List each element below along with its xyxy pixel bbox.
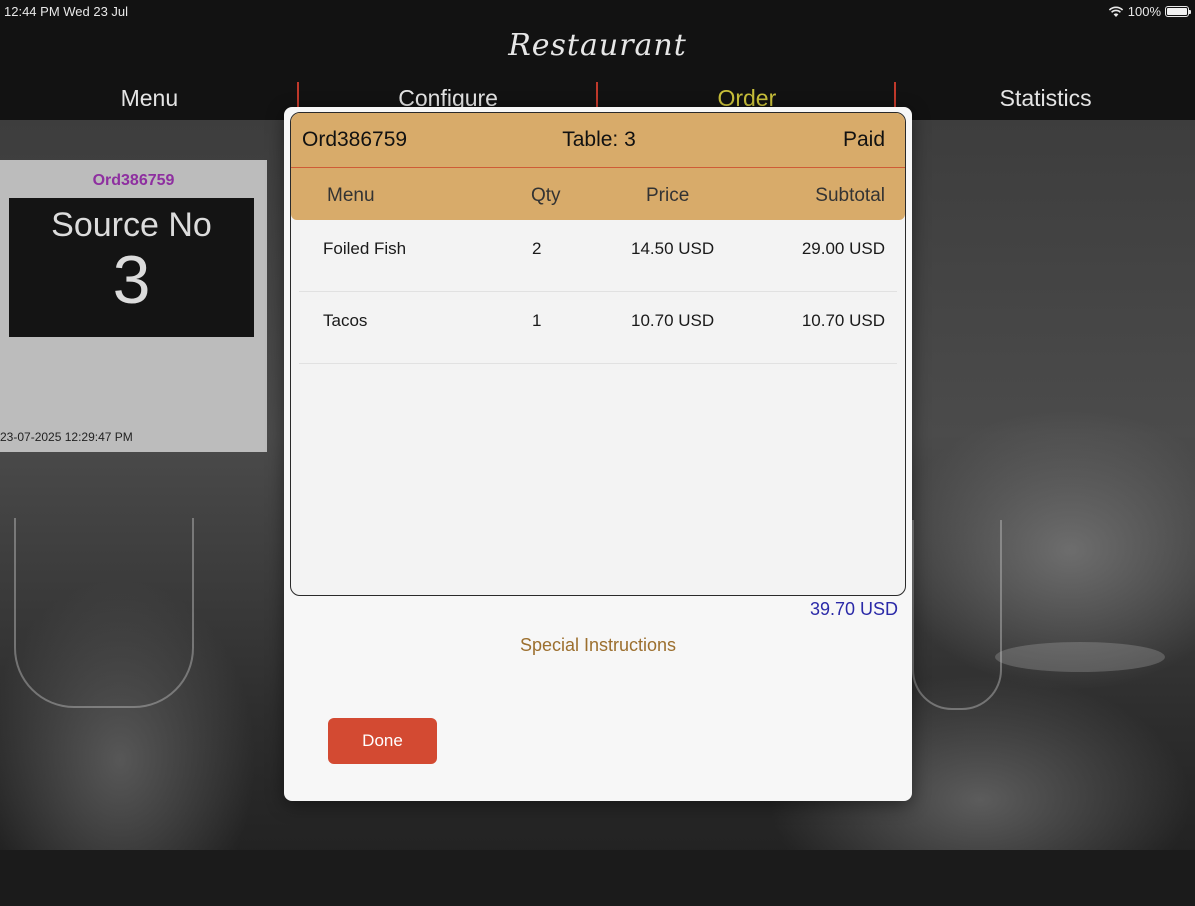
order-table-number: Table: 3 — [562, 128, 636, 151]
source-number-box: Source No 3 — [9, 198, 254, 337]
table-row[interactable]: Foiled Fish 2 14.50 USD 29.00 USD — [299, 220, 897, 292]
done-button[interactable]: Done — [328, 718, 437, 764]
item-subtotal: 29.00 USD — [801, 239, 885, 258]
item-qty: 1 — [532, 311, 542, 330]
special-instructions-label[interactable]: Special Instructions — [284, 635, 912, 656]
source-order-id: Ord386759 — [92, 172, 175, 189]
order-status: Paid — [842, 128, 885, 151]
plate-image — [995, 642, 1165, 672]
order-items-list[interactable]: Foiled Fish 2 14.50 USD 29.00 USD Tacos … — [291, 220, 905, 364]
tab-menu[interactable]: Menu — [0, 72, 299, 120]
column-header-qty: Qty — [531, 185, 561, 206]
column-header-row: Menu Qty Price Subtotal — [291, 168, 905, 220]
order-total: 39.70 USD — [809, 599, 898, 619]
order-table-frame: Ord386759 Table: 3 Paid Menu Qty Price S… — [290, 112, 906, 596]
order-detail-dialog: Ord386759 Table: 3 Paid Menu Qty Price S… — [284, 107, 912, 801]
battery-fill — [1167, 8, 1187, 15]
item-price: 10.70 USD — [631, 311, 715, 330]
column-header-menu: Menu — [327, 185, 375, 206]
column-header-price: Price — [646, 185, 690, 206]
tab-menu-label: Menu — [120, 85, 179, 111]
wine-glass-image — [912, 520, 1002, 710]
status-indicators: 100% — [1108, 4, 1191, 19]
order-source-card[interactable]: Ord386759 Source No 3 23-07-2025 12:29:4… — [0, 160, 267, 452]
app-title: Restaurant — [508, 28, 687, 63]
item-menu: Tacos — [323, 311, 368, 330]
item-subtotal: 10.70 USD — [801, 311, 885, 330]
item-qty: 2 — [532, 239, 542, 258]
order-header: Ord386759 Table: 3 Paid — [291, 113, 905, 168]
table-row[interactable]: Tacos 1 10.70 USD 10.70 USD — [299, 292, 897, 364]
item-menu: Foiled Fish — [323, 239, 407, 258]
battery-icon — [1165, 6, 1191, 17]
tab-statistics-label: Statistics — [999, 85, 1092, 111]
status-bar: 12:44 PM Wed 23 Jul 100% — [0, 0, 1195, 22]
footer-shade — [0, 850, 1195, 906]
wifi-icon — [1108, 6, 1124, 18]
source-number: 3 — [112, 242, 151, 318]
source-label: Source No — [51, 206, 212, 244]
status-time: 12:44 PM Wed 23 Jul — [4, 4, 129, 19]
title-bar: Restaurant — [0, 22, 1195, 72]
item-price: 14.50 USD — [631, 239, 715, 258]
column-header-subtotal: Subtotal — [815, 185, 885, 206]
battery-percent: 100% — [1127, 4, 1161, 19]
wine-glass-image — [14, 518, 194, 708]
source-datetime: 23-07-2025 12:29:47 PM — [0, 430, 133, 444]
tab-statistics[interactable]: Statistics — [896, 72, 1195, 120]
